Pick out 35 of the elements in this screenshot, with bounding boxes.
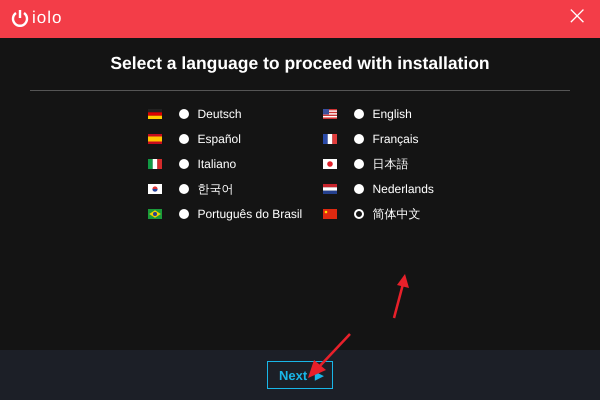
radio-button[interactable] bbox=[354, 159, 364, 169]
language-label: Nederlands bbox=[372, 182, 434, 196]
radio-button[interactable] bbox=[354, 134, 364, 144]
power-icon bbox=[10, 8, 30, 28]
annotation-arrow bbox=[306, 332, 352, 380]
flag-icon bbox=[148, 209, 162, 219]
language-label: 한국어 bbox=[198, 180, 234, 198]
flag-icon bbox=[148, 134, 162, 144]
radio-button[interactable] bbox=[178, 209, 188, 219]
language-label: Français bbox=[372, 132, 419, 146]
flag-icon bbox=[148, 159, 162, 169]
flag-icon bbox=[322, 184, 336, 194]
flag-icon bbox=[322, 159, 336, 169]
radio-button[interactable] bbox=[354, 209, 364, 219]
radio-button[interactable] bbox=[178, 109, 188, 119]
language-label: Português do Brasil bbox=[198, 207, 302, 221]
language-label: Español bbox=[198, 132, 241, 146]
flag-icon bbox=[148, 184, 162, 194]
page-title: Select a language to proceed with installation bbox=[110, 52, 490, 74]
radio-button[interactable] bbox=[178, 134, 188, 144]
language-label: English bbox=[372, 107, 412, 121]
language-label: Deutsch bbox=[198, 107, 242, 121]
flag-icon bbox=[148, 109, 162, 119]
flag-icon bbox=[322, 109, 336, 119]
flag-icon bbox=[322, 209, 336, 219]
radio-button[interactable] bbox=[178, 184, 188, 194]
language-label: 简体中文 bbox=[372, 206, 420, 222]
language-label: 日本語 bbox=[372, 156, 408, 172]
radio-button[interactable] bbox=[354, 109, 364, 119]
language-label: Italiano bbox=[198, 157, 236, 171]
flag-icon bbox=[322, 134, 336, 144]
radio-button[interactable] bbox=[354, 184, 364, 194]
radio-button[interactable] bbox=[178, 159, 188, 169]
close-button[interactable]: × bbox=[562, 3, 592, 29]
logo-text: iolo bbox=[32, 8, 62, 28]
